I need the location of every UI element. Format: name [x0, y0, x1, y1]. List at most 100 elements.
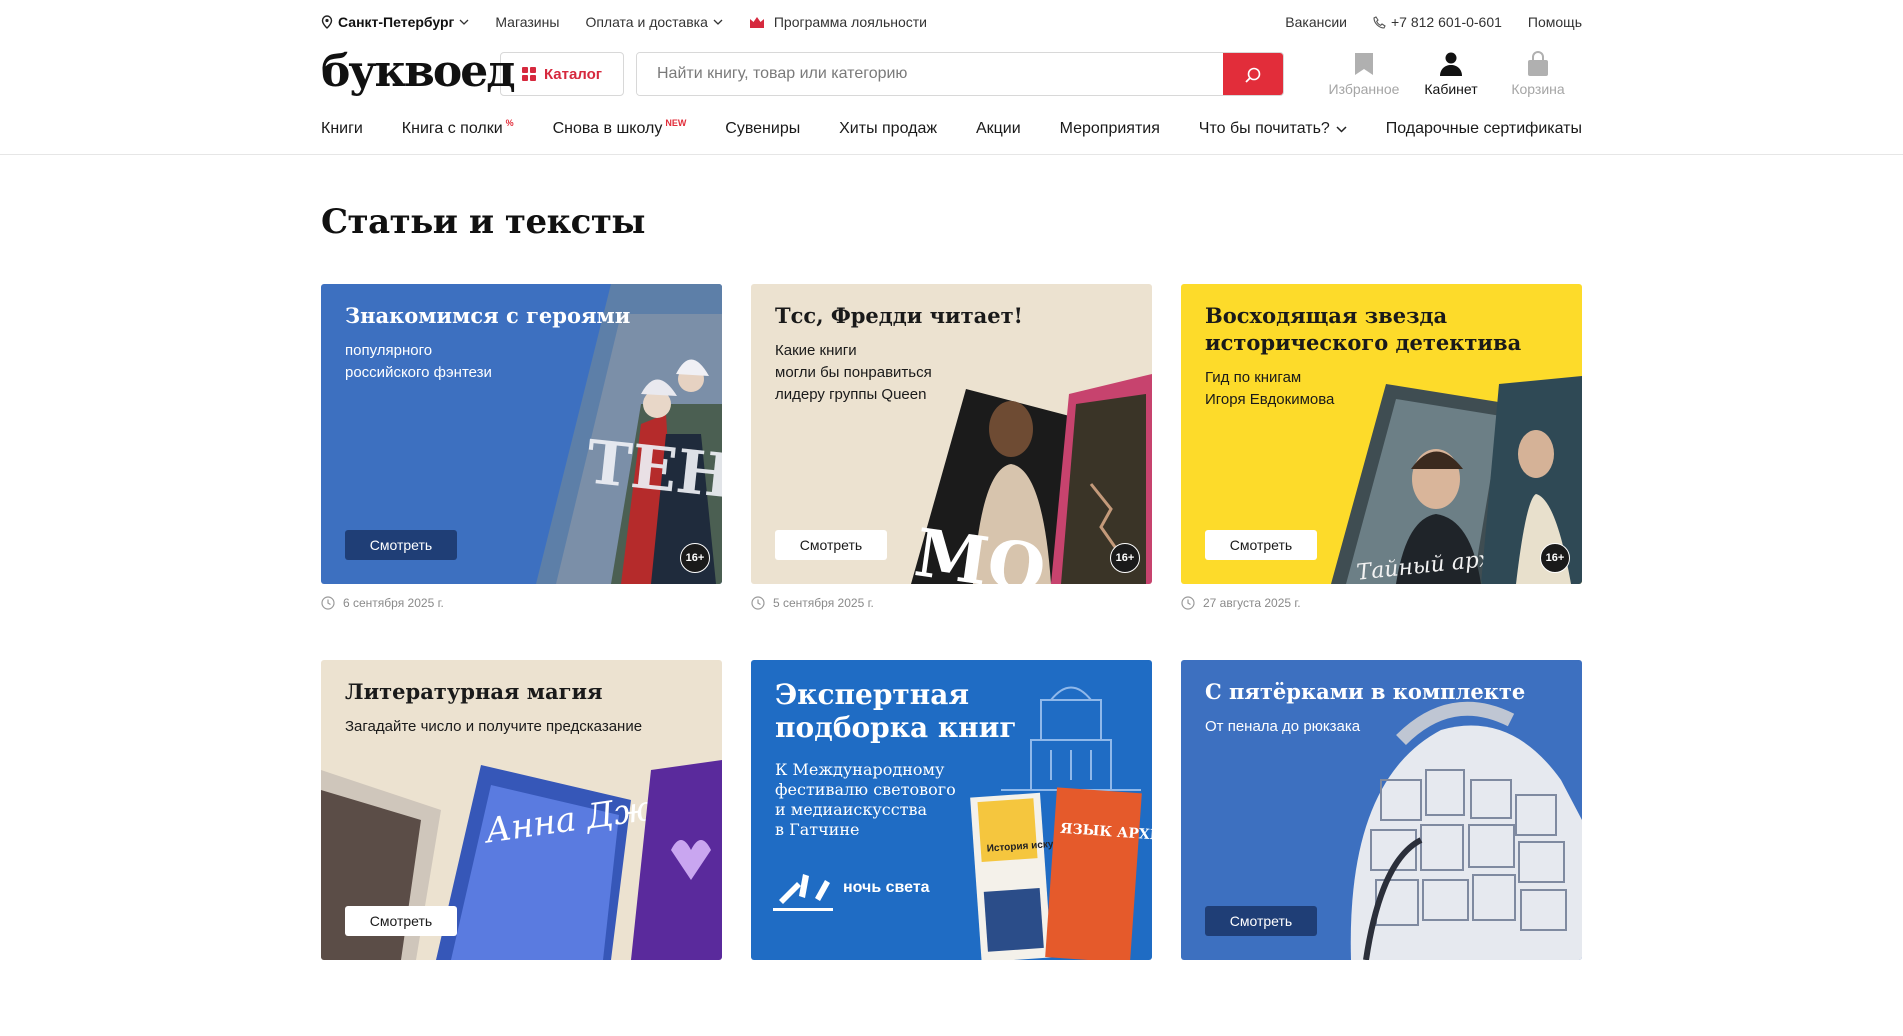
- view-button[interactable]: Смотреть: [775, 530, 887, 560]
- catalog-button[interactable]: Каталог: [500, 52, 624, 96]
- nav-souvenirs[interactable]: Сувениры: [725, 120, 800, 138]
- vacancies-label: Вакансии: [1285, 14, 1347, 30]
- nav-what-to-read[interactable]: Что бы почитать?: [1199, 120, 1347, 138]
- logo[interactable]: буквоед: [321, 48, 516, 100]
- payment-delivery-label: Оплата и доставка: [585, 14, 708, 30]
- payment-delivery-link[interactable]: Оплата и доставка: [585, 14, 723, 30]
- card-subtitle: популярного российского фэнтези: [345, 342, 492, 381]
- article-banner[interactable]: История искусств ЯЗЫК АРХИТЕКТУРЫ ночь с…: [751, 660, 1152, 960]
- cabinet-label: Кабинет: [1424, 81, 1478, 97]
- article-card: История искусств ЯЗЫК АРХИТЕКТУРЫ ночь с…: [751, 660, 1152, 1036]
- article-card: С пятёрками в комплекте От пенала до рюк…: [1181, 660, 1582, 1036]
- stores-label: Магазины: [495, 14, 560, 30]
- page-title: Статьи и тексты: [321, 202, 646, 242]
- view-button[interactable]: Смотреть: [1205, 906, 1317, 936]
- view-button[interactable]: Смотреть: [345, 530, 457, 560]
- articles-grid: ТЕНЬ Знакомимся с героями популярного ро…: [321, 284, 1582, 1036]
- favorites-button[interactable]: Избранное: [1320, 51, 1408, 97]
- card-title: С пятёрками в комплекте: [1205, 679, 1526, 704]
- article-banner[interactable]: Анна Джейн Литературная магия Загадайте …: [321, 660, 722, 960]
- view-button[interactable]: Смотреть: [345, 906, 457, 936]
- card-title: Знакомимся с героями: [345, 303, 631, 328]
- phone-icon: [1373, 15, 1386, 29]
- nav-book-from-shelf[interactable]: Книга с полки%: [401, 118, 514, 138]
- nav-events[interactable]: Мероприятия: [1060, 120, 1160, 138]
- date-text: 6 сентября 2025 г.: [343, 596, 444, 610]
- card-subtitle: Загадайте число и получите предсказание: [345, 718, 643, 735]
- city-name: Санкт-Петербург: [338, 14, 455, 30]
- bookmark-icon: [1355, 53, 1373, 75]
- nav-bestsellers[interactable]: Хиты продаж: [839, 120, 937, 138]
- user-icon: [1440, 52, 1462, 76]
- nav-label: Подарочные сертификаты: [1385, 120, 1582, 137]
- card-title: Экспертная подборка книг: [775, 678, 1017, 744]
- article-banner[interactable]: МОДА Тсс, Фредди читает! Какие книги мог…: [751, 284, 1152, 584]
- age-rating-badge: 16+: [1540, 543, 1570, 573]
- article-card: ТЕНЬ Знакомимся с героями популярного ро…: [321, 284, 722, 660]
- phone-link[interactable]: +7 812 601-0-601: [1373, 14, 1502, 30]
- card-subtitle: К Международному фестивалю светового и м…: [775, 760, 956, 839]
- new-badge: NEW: [665, 118, 687, 128]
- cart-button[interactable]: Корзина: [1494, 51, 1582, 97]
- grid-icon: [521, 67, 536, 81]
- help-link[interactable]: Помощь: [1528, 14, 1582, 30]
- cabinet-button[interactable]: Кабинет: [1407, 51, 1495, 97]
- phone-number: +7 812 601-0-601: [1390, 14, 1502, 30]
- article-date: 27 августа 2025 г.: [1181, 596, 1582, 610]
- nav-books[interactable]: Книги: [321, 120, 363, 138]
- article-card: Анна Джейн Литературная магия Загадайте …: [321, 660, 722, 1036]
- clock-icon: [1181, 596, 1195, 610]
- card-subtitle: Какие книги могли бы понравиться лидеру …: [775, 342, 932, 403]
- article-card: Тайный архив Корсакова Восходящая звезда…: [1181, 284, 1582, 660]
- logo-text: буквоед: [321, 46, 516, 97]
- location-pin-icon: [321, 15, 333, 29]
- clock-icon: [751, 596, 765, 610]
- nav-label: Хиты продаж: [839, 120, 938, 137]
- article-banner[interactable]: С пятёрками в комплекте От пенала до рюк…: [1181, 660, 1582, 960]
- nav-label: Книги: [321, 120, 363, 137]
- favorites-label: Избранное: [1328, 81, 1400, 97]
- chevron-down-icon: [459, 19, 469, 25]
- nav-divider: [0, 154, 1903, 155]
- nav-label: Сувениры: [725, 120, 801, 137]
- card-title: Восходящая звезда исторического детектив…: [1205, 303, 1522, 355]
- loyalty-program-link[interactable]: Программа лояльности: [749, 14, 927, 30]
- search-bar: [636, 52, 1284, 96]
- search-input[interactable]: [637, 53, 1223, 95]
- nav-promotions[interactable]: Акции: [976, 120, 1021, 138]
- loyalty-program-label: Программа лояльности: [773, 14, 928, 30]
- nav-label: Книга с полки: [401, 120, 503, 137]
- nav-label: Акции: [975, 120, 1021, 137]
- festival-logo: ночь света: [843, 879, 930, 896]
- vacancies-link[interactable]: Вакансии: [1285, 14, 1347, 30]
- main-nav: Книги Книга с полки% Снова в школу NEW Су…: [321, 104, 1582, 154]
- chevron-down-icon: [1336, 125, 1347, 133]
- card-title: Литературная магия: [345, 679, 603, 704]
- shopping-bag-icon: [1528, 51, 1548, 76]
- crown-icon: [749, 16, 764, 28]
- view-button[interactable]: Смотреть: [1205, 530, 1317, 560]
- nav-gift-cards[interactable]: Подарочные сертификаты: [1386, 120, 1582, 138]
- nav-back-to-school[interactable]: Снова в школу NEW: [553, 118, 687, 138]
- top-bar: Санкт-Петербург Магазины Оплата и достав…: [321, 0, 1582, 44]
- help-label: Помощь: [1527, 14, 1582, 30]
- article-date: 6 сентября 2025 г.: [321, 596, 722, 610]
- city-selector[interactable]: Санкт-Петербург: [321, 14, 469, 30]
- cart-label: Корзина: [1511, 81, 1565, 97]
- article-banner[interactable]: Тайный архив Корсакова Восходящая звезда…: [1181, 284, 1582, 584]
- nav-label: Мероприятия: [1059, 120, 1160, 137]
- age-rating-badge: 16+: [1110, 543, 1140, 573]
- article-date: 5 сентября 2025 г.: [751, 596, 1152, 610]
- stores-link[interactable]: Магазины: [495, 14, 559, 30]
- clock-icon: [321, 596, 335, 610]
- nav-label: Что бы почитать?: [1198, 120, 1330, 137]
- card-subtitle: От пенала до рюкзака: [1205, 718, 1361, 735]
- article-banner[interactable]: ТЕНЬ Знакомимся с героями популярного ро…: [321, 284, 722, 584]
- search-icon: [1245, 67, 1261, 83]
- card-subtitle: Гид по книгам Игоря Евдокимова: [1205, 369, 1335, 408]
- date-text: 27 августа 2025 г.: [1203, 596, 1301, 610]
- age-rating-badge: 16+: [680, 543, 710, 573]
- chevron-down-icon: [713, 19, 723, 25]
- search-button[interactable]: [1223, 53, 1283, 95]
- percent-badge: %: [505, 118, 514, 128]
